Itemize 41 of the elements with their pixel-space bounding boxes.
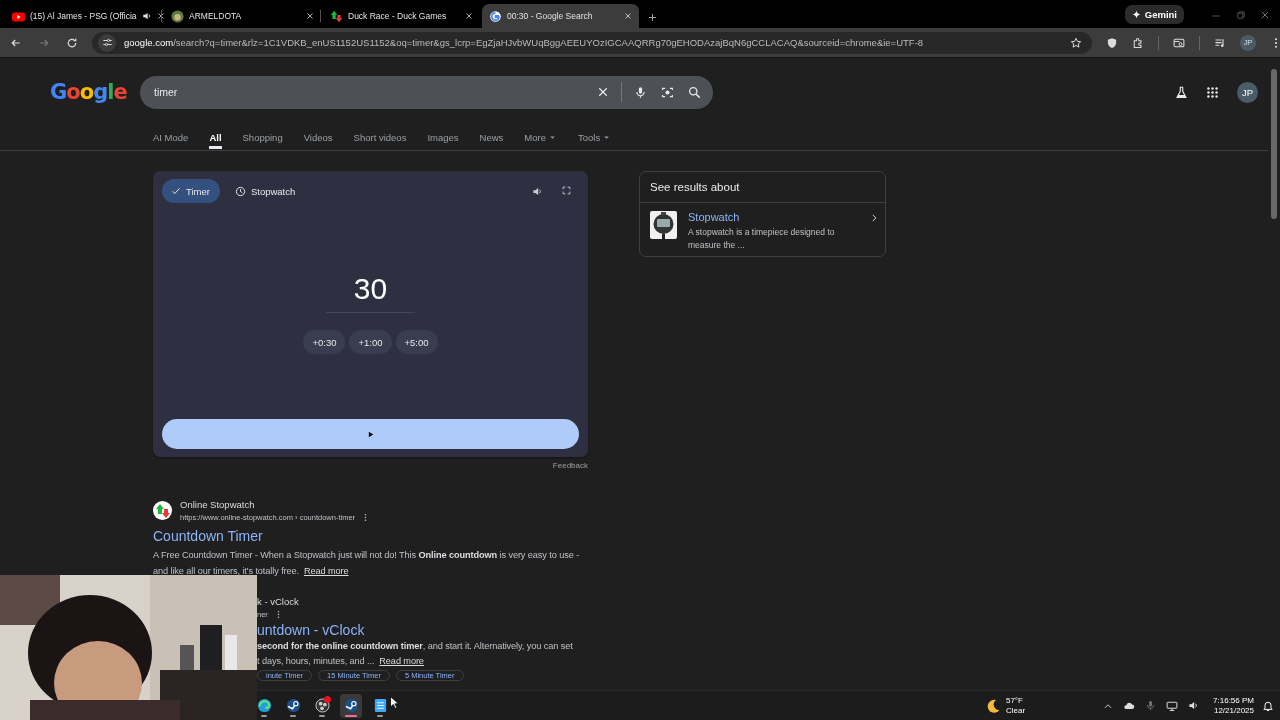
result-snippet: second for the online countdown timer, and start it. Alternatively, you can set t days, hours, minutes, and ... Read more (257, 640, 574, 668)
browser-tab[interactable]: (15) Al James - PSG (Officia (5, 4, 162, 28)
result-snippet: A Free Countdown Timer - When a Stopwatch just will not do! This Online countdown is very easy to use - and like all our timers, it's totally free. Read more (153, 549, 581, 578)
topic-link[interactable]: Stopwatch (688, 211, 858, 223)
search-tab[interactable]: AI Mode (153, 126, 189, 149)
topic-description: A stopwatch is a timepiece designed to measure the ... (688, 226, 836, 252)
gemini-button[interactable]: Gemini (1124, 5, 1184, 24)
search-tab[interactable]: Videos (303, 126, 333, 149)
mode-tab[interactable]: Timer (162, 179, 220, 203)
mode-tab[interactable]: Stopwatch (225, 179, 306, 203)
feedback-link[interactable]: Feedback (552, 461, 588, 470)
browser-tab[interactable]: ARMELDOTA (164, 4, 321, 28)
search-tab[interactable]: Short videos (353, 126, 407, 149)
search-tab[interactable]: All (209, 126, 222, 149)
add-time-button[interactable]: +0:30 (303, 330, 346, 354)
browser-tab[interactable]: Duck Race - Duck Games (323, 4, 480, 28)
profile-avatar[interactable]: JP (1237, 81, 1258, 103)
temperature-text: 57°F (1005, 695, 1024, 706)
clock-date[interactable]: 12/21/2025 (1213, 705, 1254, 716)
read-more-link[interactable]: Read more (303, 566, 349, 576)
search-tab[interactable]: Images (427, 126, 459, 149)
panel-heading: See results about (650, 181, 740, 193)
add-time-button[interactable]: +1:00 (349, 330, 392, 354)
google-logo[interactable]: Google (50, 80, 140, 104)
address-bar[interactable]: google.com/search?q=timer&rlz=1C1VDKB_enUS1152US1152&oq=timer&gs_lcrp=EgZjaHJvbWUqBggAEEUYOzIGCAAQRRg70gEHODAzajBqN6gCCLACAQ&sourceid=chrome&ie=UTF-8 (92, 31, 1092, 54)
search-tab[interactable]: More (524, 126, 557, 149)
site-name: Online Stopwatch (180, 499, 256, 510)
search-tab[interactable]: News (479, 126, 504, 149)
search-field[interactable]: timer (140, 75, 713, 109)
add-time-button[interactable]: +5:00 (395, 330, 438, 354)
site-name: k - vClock (257, 596, 299, 607)
result-title-link[interactable]: Countdown Timer (153, 528, 588, 544)
url-text: google.com/search?q=timer&rlz=1C1VDKB_enUS1152US1152&oq=timer&gs_lcrp=EgZjaHJvbWUqBggAEEUYOzIGCAAQRRg70gEHODAzajBqN6gCCLACAQ&sourceid=chrome&ie=UTF-8 (124, 37, 925, 48)
weather-condition: Clear (1005, 705, 1026, 716)
search-tab[interactable]: Shopping (242, 126, 283, 149)
result-title-link[interactable]: untdown - vClock (257, 622, 588, 638)
search-tab[interactable]: Tools (577, 126, 612, 149)
read-more-link[interactable]: Read more (379, 656, 424, 666)
clock-time[interactable]: 7:16:56 PM (1213, 695, 1254, 706)
timer-display[interactable]: 30 (325, 272, 416, 313)
browser-tab[interactable]: 00:30 - Google Search (482, 4, 639, 28)
